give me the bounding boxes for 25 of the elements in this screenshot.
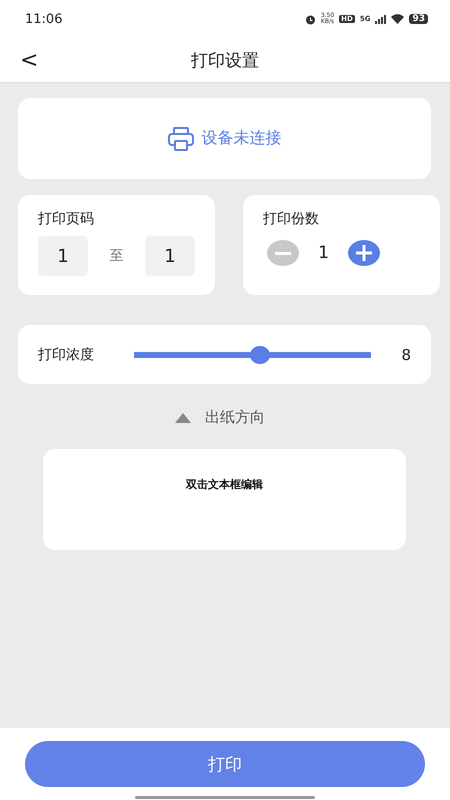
density-value: 8 [401,346,411,364]
plus-button[interactable] [348,240,380,266]
signal-icon [375,14,386,24]
device-card[interactable]: 设备未连接 [18,98,431,179]
canvas-text[interactable]: 双击文本框编辑 [186,477,263,550]
range-separator: 至 [110,247,124,265]
label-canvas[interactable]: 双击文本框编辑 [43,449,406,550]
page-range-label: 打印页码 [38,210,95,228]
battery-level: 93 [409,14,428,24]
device-status: 设备未连接 [202,128,282,149]
copies-label: 打印份数 [263,210,320,228]
page-from-field[interactable]: 1 [38,236,88,276]
wifi-icon [391,14,404,24]
plus-icon [356,245,372,261]
print-button[interactable]: 打印 [25,741,425,787]
page-title: 打印设置 [191,50,259,72]
status-time: 11:06 [25,12,62,26]
copies-value: 1 [318,243,329,263]
printer-icon [168,126,194,150]
page-to-field[interactable]: 1 [145,236,195,276]
alarm-icon [304,14,316,24]
minus-icon [275,252,291,254]
direction-toggle[interactable]: 出纸方向 [175,408,265,427]
back-button[interactable]: < [16,48,42,72]
density-label: 打印浓度 [38,346,94,364]
